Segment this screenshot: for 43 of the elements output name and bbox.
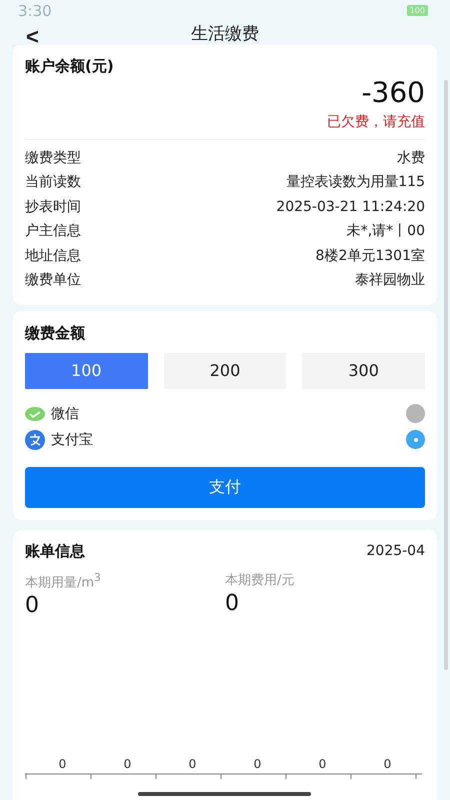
payment-method-label: 微信 [51, 404, 80, 423]
amount-option[interactable]: 100 [25, 352, 148, 389]
detail-label: 抄表时间 [25, 198, 81, 217]
detail-value: 泰祥园物业 [355, 271, 425, 290]
bar-value-label: 0 [188, 757, 196, 771]
stat-value: 0 [25, 593, 40, 618]
status-time: 3:30 [18, 2, 52, 20]
scrollbar[interactable] [444, 80, 448, 670]
section-title: 账单信息 [25, 542, 85, 561]
section-title: 缴费金额 [25, 324, 85, 342]
payment-method-label: 支付宝 [51, 430, 94, 449]
page-title: 生活缴费 [191, 22, 259, 45]
arrears-notice: 已欠费，请充值 [327, 112, 425, 131]
balance-label: 账户余额(元) [25, 56, 115, 76]
amount-option[interactable]: 200 [164, 352, 286, 389]
detail-value: 未*,请*丨00 [346, 222, 425, 240]
battery-level: 100 [406, 5, 428, 16]
payment-app-icon [25, 430, 45, 450]
bar-value-label: 0 [124, 757, 132, 771]
bar-value-label: 0 [58, 757, 66, 771]
detail-value: 2025-03-21 11:24:20 [276, 198, 425, 215]
detail-value: 水费 [397, 148, 425, 167]
detail-label: 缴费类型 [25, 148, 81, 168]
stat-value: 0 [225, 590, 240, 616]
balance-amount: -360 [361, 76, 425, 109]
detail-label: 当前读数 [25, 173, 81, 192]
detail-label: 户主信息 [25, 222, 81, 242]
bar-value-label: 0 [318, 757, 326, 771]
detail-label: 缴费单位 [25, 271, 81, 290]
bill-month: 2025-04 [366, 543, 425, 560]
bar-value-label: 0 [254, 757, 262, 771]
bar-value-label: 0 [384, 757, 392, 771]
radio-button[interactable] [406, 404, 425, 424]
detail-value: 8楼2单元1301室 [316, 246, 425, 265]
chat-bubble-icon [25, 406, 45, 422]
radio-button[interactable] [406, 430, 425, 450]
detail-value: 量控表读数为用量115 [286, 173, 425, 192]
pay-button[interactable]: 支付 [25, 466, 425, 508]
stat-label: 本期用量/m$^{3}$ [25, 570, 102, 591]
detail-label: 地址信息 [25, 246, 81, 266]
stat-label: 本期费用/元 [225, 572, 296, 589]
back-button[interactable]: < [20, 24, 45, 50]
amount-option[interactable]: 300 [302, 352, 425, 389]
